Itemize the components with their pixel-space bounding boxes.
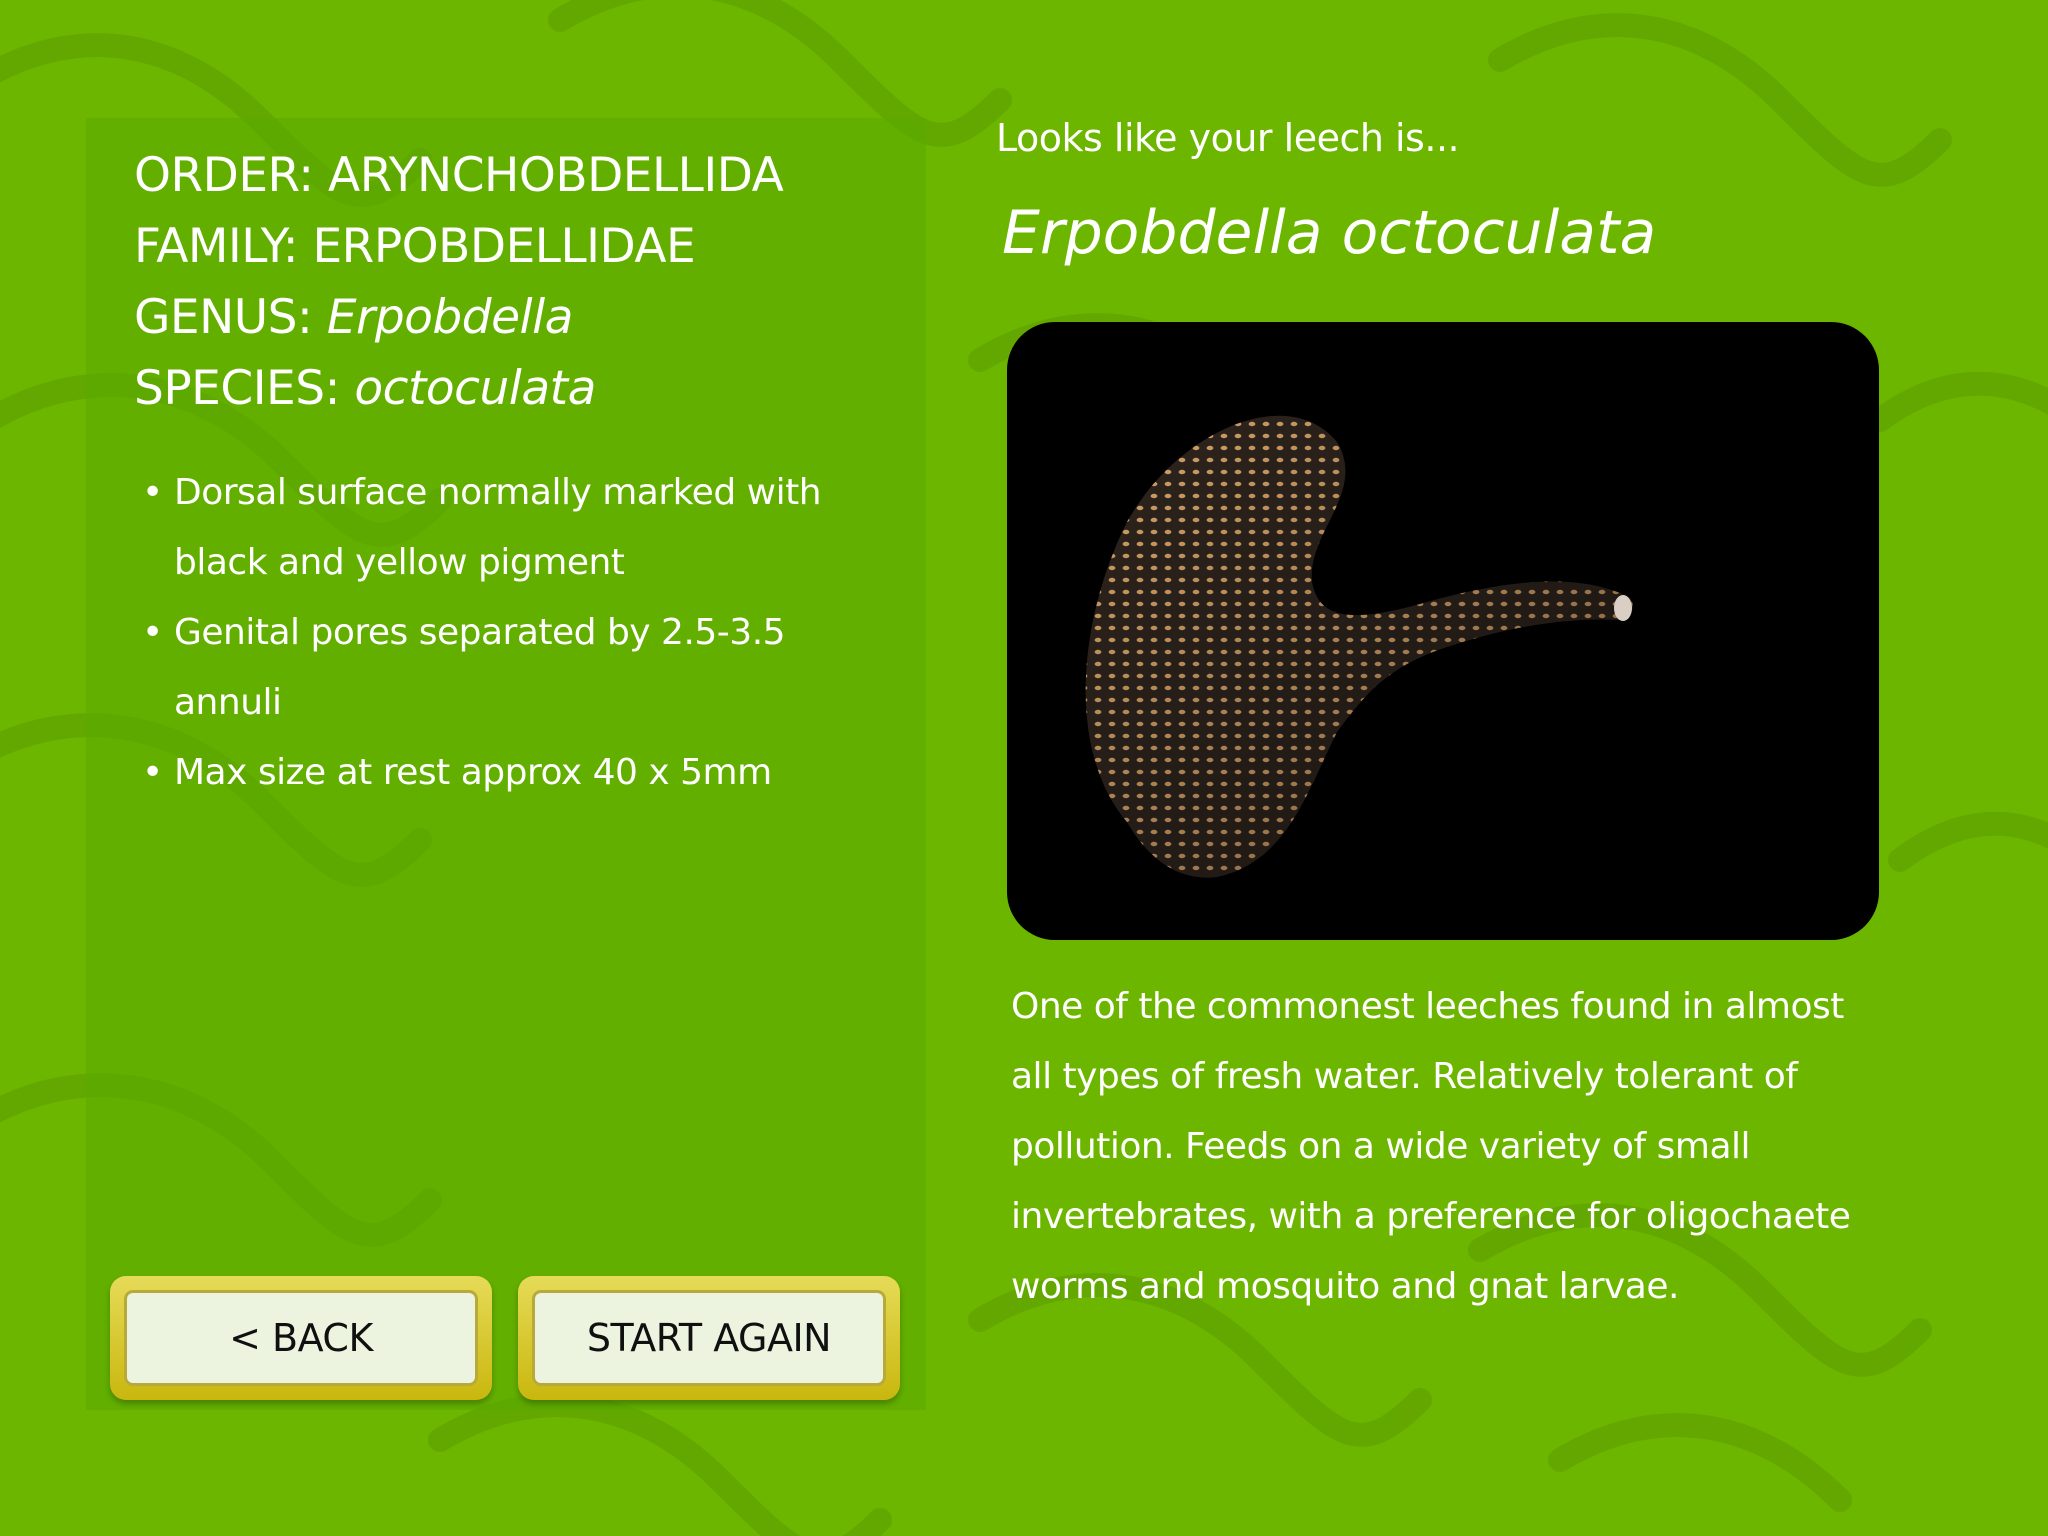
order-value: ARYNCHOBDELLIDA	[328, 148, 784, 203]
species-label: SPECIES:	[134, 361, 340, 416]
leech-illustration	[1085, 415, 1633, 878]
fact-item: Genital pores separated by 2.5-3.5 annul…	[138, 598, 838, 738]
fact-item: Max size at rest approx 40 x 5mm	[138, 738, 838, 808]
leech-photo	[1007, 322, 1879, 940]
genus-value: Erpobdella	[326, 290, 574, 345]
taxonomy-species: SPECIES: octoculata	[134, 353, 783, 424]
leech-head	[1614, 595, 1632, 621]
order-label: ORDER:	[134, 148, 314, 203]
genus-label: GENUS:	[134, 290, 313, 345]
facts-list: Dorsal surface normally marked with blac…	[138, 458, 838, 808]
taxonomy-family: FAMILY: ERPOBDELLIDAE	[134, 211, 783, 282]
taxonomy-order: ORDER: ARYNCHOBDELLIDA	[134, 140, 784, 211]
species-value: octoculata	[354, 361, 596, 416]
species-title: Erpobdella octoculata	[1002, 198, 1657, 268]
back-button[interactable]: < BACK	[110, 1276, 492, 1400]
start-again-button-label[interactable]: START AGAIN	[532, 1290, 886, 1386]
taxonomy-genus: GENUS: Erpobdella	[134, 282, 783, 353]
start-again-button[interactable]: START AGAIN	[518, 1276, 900, 1400]
species-description: One of the commonest leeches found in al…	[1011, 986, 1851, 1307]
family-label: FAMILY:	[134, 219, 299, 274]
fact-item: Dorsal surface normally marked with blac…	[138, 458, 838, 598]
family-value: ERPOBDELLIDAE	[312, 219, 696, 274]
back-button-label[interactable]: < BACK	[124, 1290, 478, 1386]
result-intro: Looks like your leech is...	[996, 116, 1460, 160]
taxonomy-list: ORDER: ARYNCHOBDELLIDA FAMILY: ERPOBDELL…	[134, 140, 784, 424]
